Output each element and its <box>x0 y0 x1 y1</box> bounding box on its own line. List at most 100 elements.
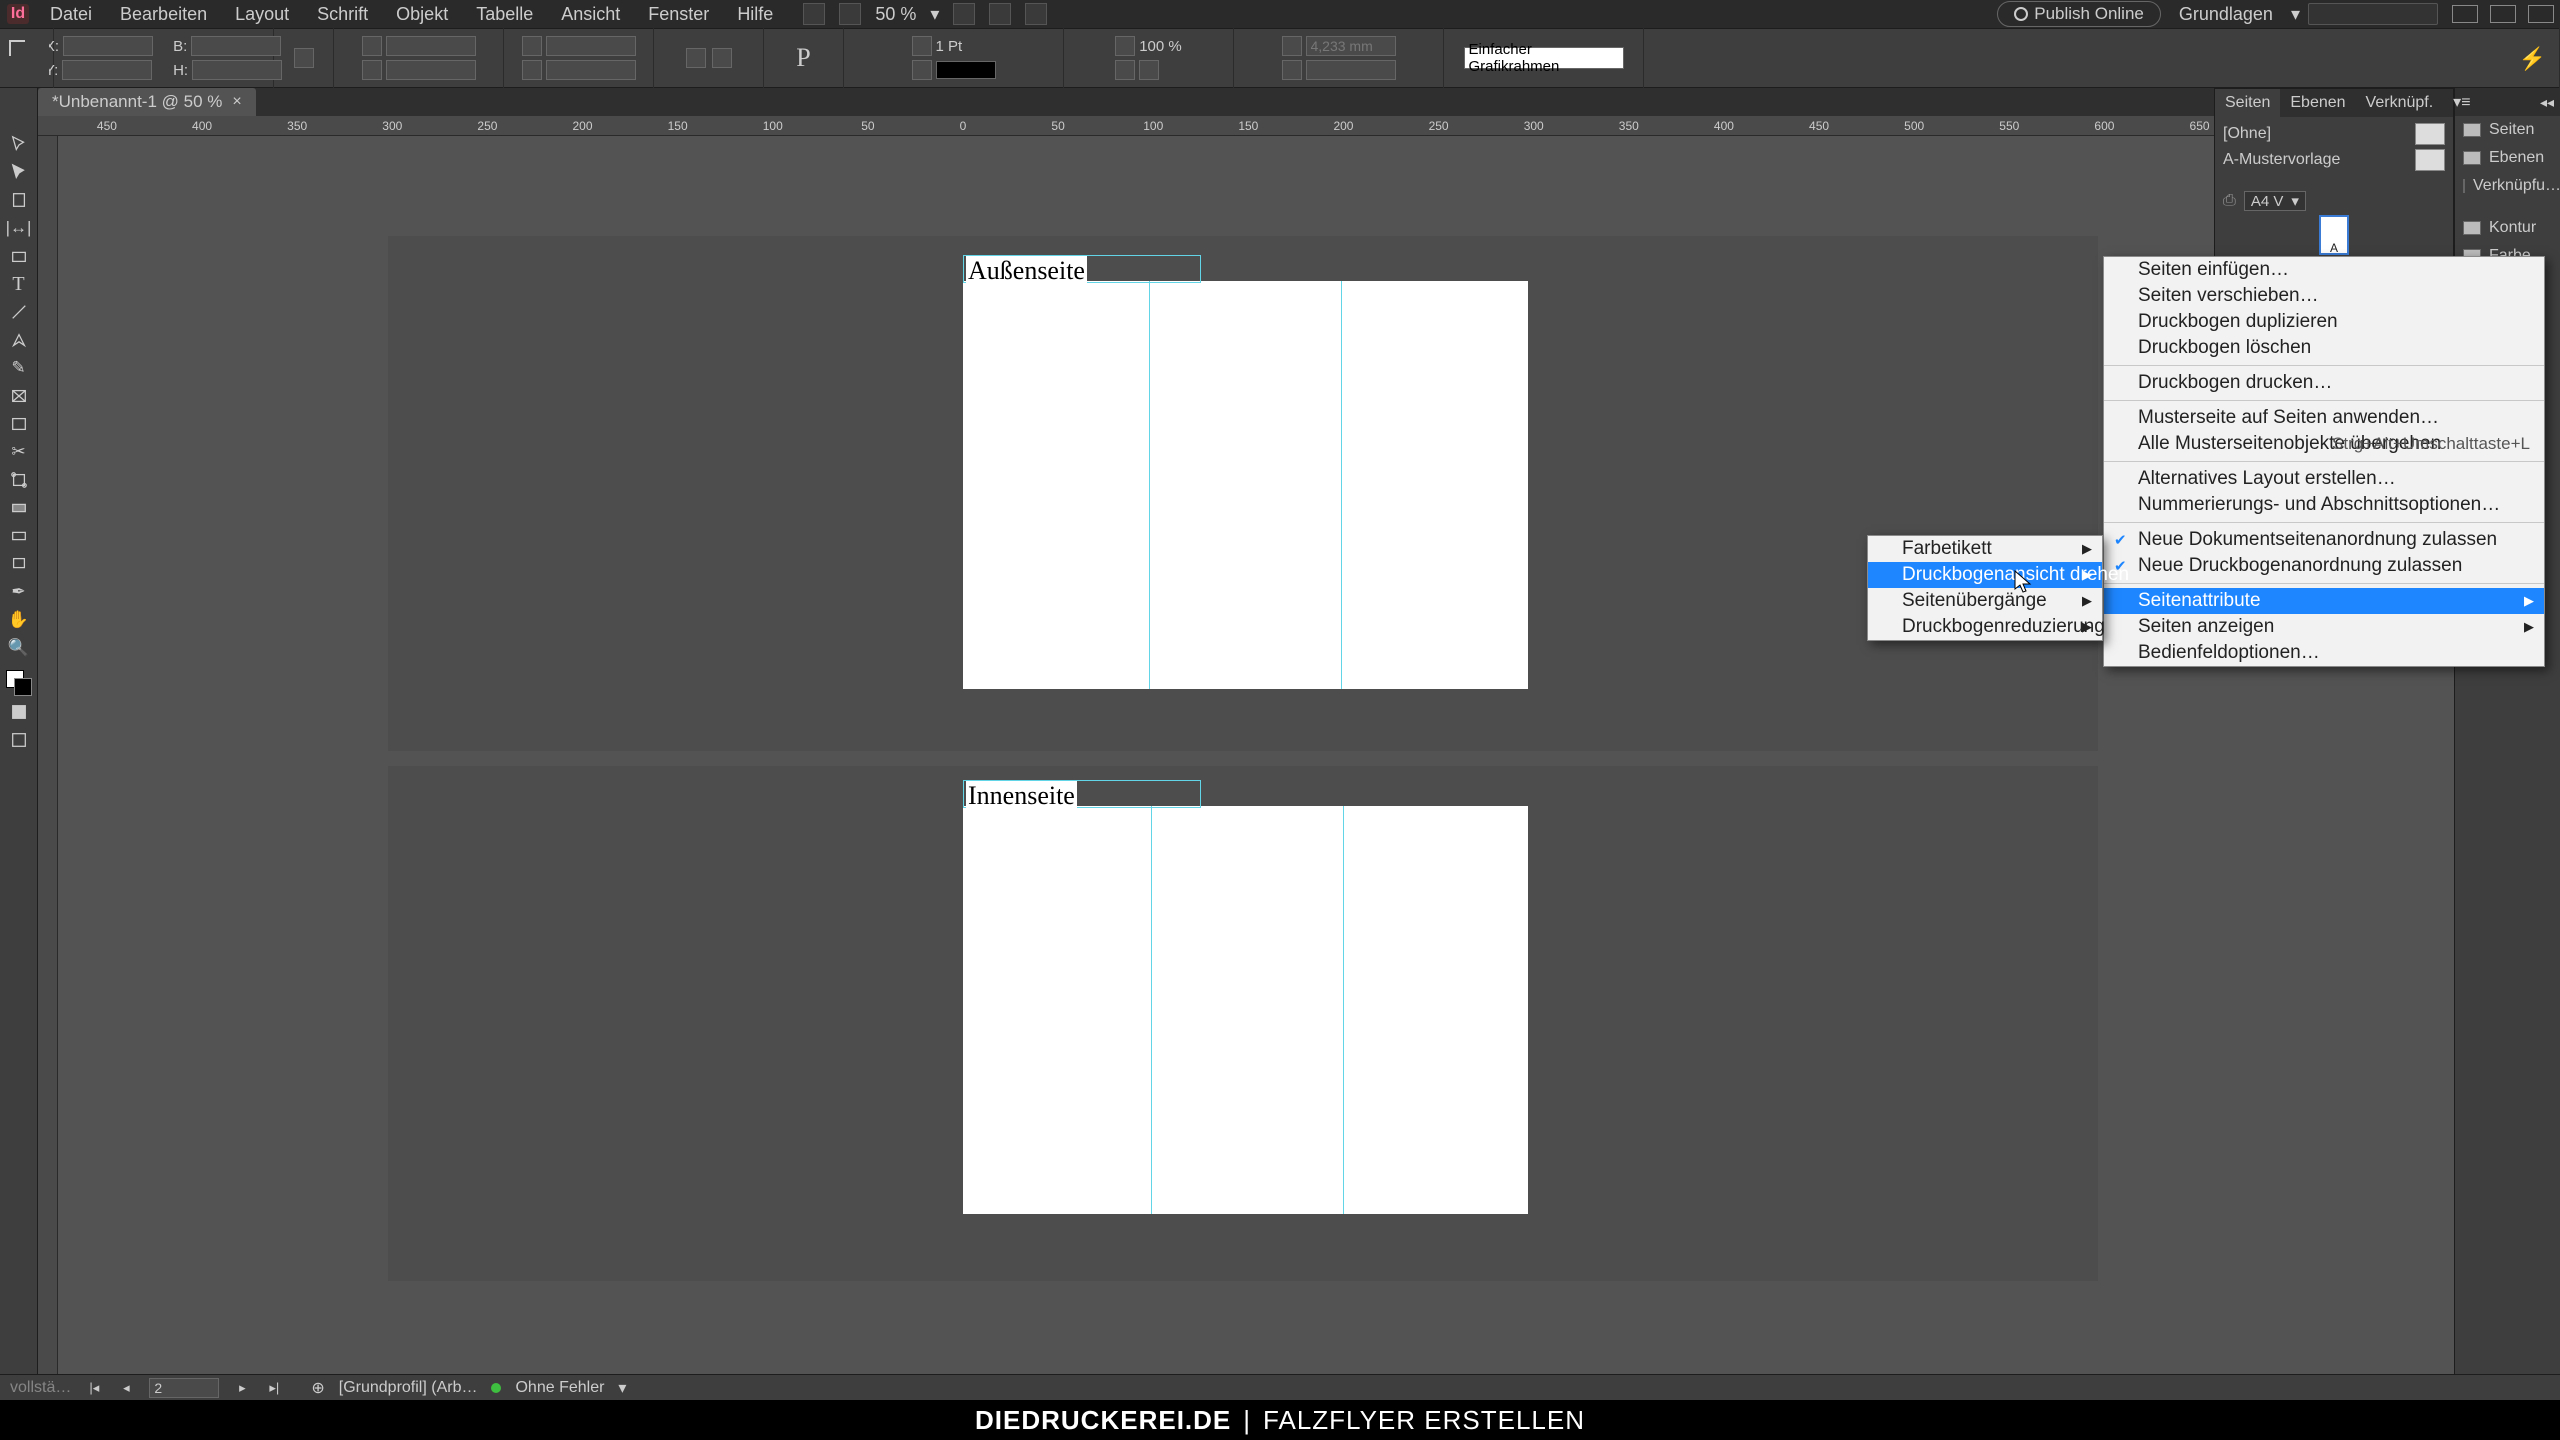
ctx-numbering[interactable]: Nummerierungs- und Abschnittsoptionen… <box>2104 492 2544 518</box>
ctx-del-spread[interactable]: Druckbogen löschen <box>2104 335 2544 361</box>
dock-item-pages[interactable]: Seiten <box>2455 116 2560 144</box>
corner-icon[interactable] <box>1282 60 1302 80</box>
menu-window[interactable]: Fenster <box>634 0 723 28</box>
char-icon[interactable]: P <box>796 43 810 73</box>
gpu-flash-icon[interactable]: ⚡ <box>2519 46 2546 72</box>
ctx-alt-layout[interactable]: Alternatives Layout erstellen… <box>2104 466 2544 492</box>
apply-color-icon[interactable] <box>4 699 34 725</box>
adobe-stock-search[interactable] <box>2308 3 2438 25</box>
layout-select[interactable]: A4 V ▾ <box>2244 191 2306 211</box>
layers-tab[interactable]: Ebenen <box>2280 89 2355 117</box>
flip-v-icon[interactable] <box>712 48 732 68</box>
page-1[interactable] <box>963 281 1528 689</box>
note-tool[interactable] <box>4 551 34 577</box>
zoom-dropdown-icon[interactable]: ▾ <box>930 4 939 25</box>
stock-icon[interactable] <box>839 3 861 25</box>
object-style-field[interactable]: Einfacher Grafikrahmen <box>1464 47 1624 69</box>
scissors-tool[interactable]: ✂ <box>4 439 34 465</box>
wrap-offset[interactable] <box>1306 36 1396 56</box>
workspace-switcher[interactable]: Grundlagen <box>2161 4 2291 25</box>
arrange-icon-1[interactable] <box>953 3 975 25</box>
x-field[interactable] <box>63 36 153 56</box>
ctx-spread-shuffle[interactable]: ✔ Neue Druckbogenanordnung zulassen <box>2104 553 2544 579</box>
window-close-button[interactable] <box>2528 5 2554 23</box>
screen-mode-icon[interactable] <box>4 727 34 753</box>
rotate-icon[interactable] <box>522 36 542 56</box>
h-field[interactable] <box>192 60 282 80</box>
menu-layout[interactable]: Layout <box>221 0 303 28</box>
pages-tab[interactable]: Seiten <box>2215 89 2280 117</box>
menu-type[interactable]: Schrift <box>303 0 382 28</box>
preflight-profile[interactable]: [Grundprofil] (Arb… <box>339 1379 478 1397</box>
ruler-vertical[interactable] <box>38 136 58 1400</box>
panel-menu-icon[interactable]: ▾≡ <box>2443 89 2480 117</box>
selection-tool[interactable] <box>4 131 34 157</box>
scale-y-field[interactable] <box>386 60 476 80</box>
ctx-print-spread[interactable]: Druckbogen drucken… <box>2104 370 2544 396</box>
ruler-horizontal[interactable]: 4504003503002502001501005005010015020025… <box>38 116 2482 136</box>
ctx-override-master[interactable]: Alle Musterseitenobjekte übergehen Strg+… <box>2104 431 2544 457</box>
hand-tool[interactable]: ✋ <box>4 607 34 633</box>
rotate-field[interactable] <box>546 36 636 56</box>
ctx-insert-pages[interactable]: Seiten einfügen… <box>2104 257 2544 283</box>
next-page-button[interactable]: ▸ <box>233 1379 251 1397</box>
corner-radius[interactable] <box>1306 60 1396 80</box>
drop-shadow-icon[interactable] <box>1139 60 1159 80</box>
zoom-tool[interactable]: 🔍 <box>4 635 34 661</box>
scale-x-icon[interactable] <box>362 36 382 56</box>
gap-tool[interactable]: |↔| <box>4 215 34 241</box>
gradient-swatch-tool[interactable] <box>4 495 34 521</box>
fill-stroke-swatch[interactable] <box>4 668 34 698</box>
master-none[interactable]: [Ohne] <box>2223 121 2445 147</box>
last-page-button[interactable]: ▸| <box>265 1379 283 1397</box>
text-frame-inner[interactable]: Innenseite <box>963 780 1201 808</box>
reference-point-icon[interactable] <box>5 36 49 80</box>
guide[interactable] <box>1343 806 1344 1214</box>
stroke-pt[interactable]: 1 Pt <box>936 38 963 55</box>
menu-help[interactable]: Hilfe <box>723 0 787 28</box>
flip-h-icon[interactable] <box>686 48 706 68</box>
text-frame-outer[interactable]: Außenseite <box>963 255 1201 283</box>
pen-tool[interactable] <box>4 327 34 353</box>
stroke-preview[interactable] <box>936 61 996 79</box>
line-tool[interactable] <box>4 299 34 325</box>
first-page-button[interactable]: |◂ <box>85 1379 103 1397</box>
guide[interactable] <box>1151 806 1152 1214</box>
publish-online-button[interactable]: Publish Online <box>1997 1 2161 27</box>
gradient-feather-tool[interactable] <box>4 523 34 549</box>
screenmode-icon[interactable] <box>1025 3 1047 25</box>
ctx-panel-options[interactable]: Bedienfeldoptionen… <box>2104 640 2544 666</box>
sub-page-transitions[interactable]: Seitenübergänge ▶ <box>1868 588 2102 614</box>
dock-item-links[interactable]: Verknüpfu… <box>2455 172 2560 200</box>
menu-table[interactable]: Tabelle <box>462 0 547 28</box>
window-minimize-button[interactable] <box>2452 5 2478 23</box>
zoom-value[interactable]: 50 % <box>875 4 916 25</box>
shear-field[interactable] <box>546 60 636 80</box>
master-a[interactable]: A-Mustervorlage <box>2223 147 2445 173</box>
preflight-dropdown-icon[interactable]: ▾ <box>618 1378 626 1398</box>
scale-x-field[interactable] <box>386 36 476 56</box>
menu-edit[interactable]: Bearbeiten <box>106 0 221 28</box>
ctx-doc-shuffle[interactable]: ✔ Neue Dokumentseitenanordnung zulassen <box>2104 527 2544 553</box>
wrap-icon[interactable] <box>1282 36 1302 56</box>
links-tab[interactable]: Verknüpf. <box>2356 89 2444 117</box>
ctx-move-pages[interactable]: Seiten verschieben… <box>2104 283 2544 309</box>
constrain-icon[interactable] <box>294 48 314 68</box>
guide[interactable] <box>1149 281 1150 689</box>
y-field[interactable] <box>62 60 152 80</box>
menu-object[interactable]: Objekt <box>382 0 462 28</box>
page-number-field[interactable] <box>149 1378 219 1398</box>
preflight-errors[interactable]: Ohne Fehler <box>515 1379 604 1397</box>
arrange-icon-2[interactable] <box>989 3 1011 25</box>
ctx-view-pages[interactable]: Seiten anzeigen ▶ <box>2104 614 2544 640</box>
free-transform-tool[interactable] <box>4 467 34 493</box>
menu-view[interactable]: Ansicht <box>547 0 634 28</box>
ctx-dup-spread[interactable]: Druckbogen duplizieren <box>2104 309 2544 335</box>
page-thumbnail[interactable] <box>2319 215 2349 255</box>
direct-selection-tool[interactable] <box>4 159 34 185</box>
menu-file[interactable]: Datei <box>36 0 106 28</box>
document-tab[interactable]: *Unbenannt-1 @ 50 % × <box>38 88 256 116</box>
w-field[interactable] <box>191 36 281 56</box>
type-tool[interactable]: T <box>4 271 34 297</box>
ctx-page-attributes[interactable]: Seitenattribute ▶ <box>2104 588 2544 614</box>
